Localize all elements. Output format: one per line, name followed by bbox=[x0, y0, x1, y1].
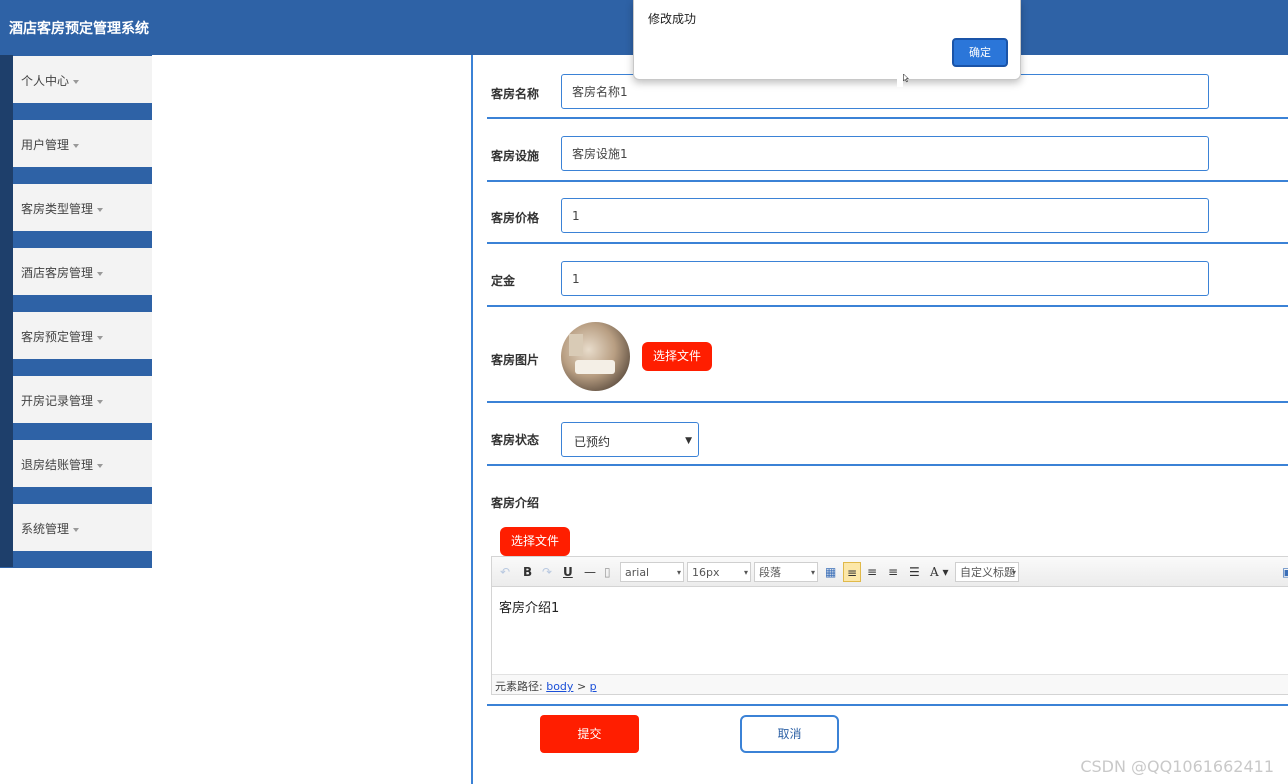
editor-element-path: 元素路径: body > p bbox=[492, 674, 1288, 694]
underline-icon[interactable]: U bbox=[563, 562, 573, 582]
ok-button[interactable]: 确定 bbox=[952, 38, 1008, 67]
form-panel: 客房名称 客房设施 客房价格 定金 客房图片 选择文件 客房状态 已预约 ▼ 客房… bbox=[471, 55, 1288, 784]
watermark: CSDN @QQ1061662411 bbox=[1080, 757, 1274, 776]
sidebar-item-label: 客房预定管理 bbox=[21, 330, 94, 344]
font-size-select[interactable]: 16px ▾ bbox=[687, 562, 751, 582]
form-row-status: 客房状态 已预约 ▼ bbox=[487, 403, 1288, 466]
status-selected-value: 已预约 bbox=[574, 435, 611, 449]
form-row-room-image: 客房图片 选择文件 bbox=[487, 307, 1288, 403]
caret-down-icon bbox=[97, 207, 104, 212]
paragraph-select[interactable]: 段落 ▾ bbox=[754, 562, 818, 582]
path-body-link[interactable]: body bbox=[546, 680, 573, 693]
fullscreen-icon[interactable]: ▣ bbox=[1282, 562, 1288, 582]
sidebar-item-label: 系统管理 bbox=[21, 522, 70, 536]
status-label: 客房状态 bbox=[491, 433, 540, 447]
sidebar-item-checkin-records[interactable]: 开房记录管理 bbox=[0, 375, 152, 439]
caret-down-icon bbox=[97, 335, 104, 340]
horizontal-rule-icon[interactable]: — bbox=[584, 562, 596, 582]
alert-message: 修改成功 bbox=[648, 12, 697, 26]
sidebar-item-label: 个人中心 bbox=[21, 74, 70, 88]
cancel-button[interactable]: 取消 bbox=[740, 715, 839, 753]
caret-down-icon bbox=[73, 79, 80, 84]
caret-down-icon bbox=[97, 463, 104, 468]
path-p-link[interactable]: p bbox=[590, 680, 597, 693]
caret-down-icon bbox=[97, 399, 104, 404]
intro-label: 客房介绍 bbox=[491, 496, 540, 510]
deposit-label: 定金 bbox=[491, 274, 516, 288]
editor-toolbar: ↶ B ↷ U — ▯ arial ▾ 16px ▾ 段落 ▾ ▦ ≡ ≡ ≡ ☰ A… bbox=[492, 557, 1288, 587]
sidebar-item-checkout-billing[interactable]: 退房结账管理 bbox=[0, 439, 152, 503]
sidebar-item-label: 客房类型管理 bbox=[21, 202, 94, 216]
status-select[interactable]: 已预约 ▼ bbox=[561, 422, 699, 457]
bold-icon[interactable]: B bbox=[523, 562, 532, 582]
sidebar-item-system-management[interactable]: 系统管理 bbox=[0, 503, 152, 567]
deposit-input[interactable] bbox=[561, 261, 1209, 296]
choose-image-button[interactable]: 选择文件 bbox=[642, 342, 712, 371]
sidebar-item-personal-center[interactable]: 个人中心 bbox=[0, 55, 152, 119]
sidebar-item-label: 开房记录管理 bbox=[21, 394, 94, 408]
room-name-label: 客房名称 bbox=[491, 87, 540, 101]
rich-text-editor: ↶ B ↷ U — ▯ arial ▾ 16px ▾ 段落 ▾ ▦ ≡ ≡ ≡ ☰ A… bbox=[491, 556, 1288, 695]
undo-icon[interactable]: ↶ bbox=[500, 562, 510, 582]
form-row-price: 客房价格 bbox=[487, 182, 1288, 244]
editor-content[interactable]: 客房介绍1 bbox=[492, 587, 1288, 673]
sidebar-item-booking-management[interactable]: 客房预定管理 bbox=[0, 311, 152, 375]
facilities-input[interactable] bbox=[561, 136, 1209, 171]
price-input[interactable] bbox=[561, 198, 1209, 233]
form-row-deposit: 定金 bbox=[487, 244, 1288, 307]
sidebar-item-user-management[interactable]: 用户管理 bbox=[0, 119, 152, 183]
facilities-label: 客房设施 bbox=[491, 149, 540, 163]
room-image-label: 客房图片 bbox=[491, 353, 540, 367]
align-justify-icon[interactable]: ☰ bbox=[909, 562, 920, 582]
mouse-cursor-icon bbox=[897, 69, 909, 87]
alert-dialog: 修改成功 确定 bbox=[633, 0, 1021, 80]
sidebar-item-room-type-management[interactable]: 客房类型管理 bbox=[0, 183, 152, 247]
sidebar-item-label: 用户管理 bbox=[21, 138, 70, 152]
align-right-icon[interactable]: ≡ bbox=[888, 562, 898, 582]
font-color-icon[interactable]: A ▾ bbox=[930, 562, 949, 582]
form-row-facilities: 客房设施 bbox=[487, 119, 1288, 182]
sidebar: 个人中心 用户管理 客房类型管理 酒店客房管理 客房预定管理 开房记录管理 退房… bbox=[0, 55, 152, 568]
sidebar-item-hotel-room-management[interactable]: 酒店客房管理 bbox=[0, 247, 152, 311]
choose-intro-file-button[interactable]: 选择文件 bbox=[500, 527, 570, 556]
caret-down-icon bbox=[73, 527, 80, 532]
room-image-preview bbox=[561, 322, 630, 391]
font-family-select[interactable]: arial ▾ bbox=[620, 562, 684, 582]
sidebar-item-label: 退房结账管理 bbox=[21, 458, 94, 472]
table-icon[interactable]: ▦ bbox=[825, 562, 836, 582]
align-left-icon[interactable]: ≡ bbox=[843, 562, 861, 582]
custom-title-select[interactable]: 自定义标题 ▾ bbox=[955, 562, 1019, 582]
submit-button[interactable]: 提交 bbox=[540, 715, 639, 753]
app-title: 酒店客房预定管理系统 bbox=[9, 21, 149, 37]
chevron-down-icon: ▼ bbox=[685, 436, 692, 446]
redo-icon[interactable]: ↷ bbox=[542, 562, 552, 582]
sidebar-item-label: 酒店客房管理 bbox=[21, 266, 94, 280]
price-label: 客房价格 bbox=[491, 211, 540, 225]
caret-down-icon bbox=[73, 143, 80, 148]
page-icon[interactable]: ▯ bbox=[604, 562, 611, 582]
caret-down-icon bbox=[97, 271, 104, 276]
align-center-icon[interactable]: ≡ bbox=[867, 562, 877, 582]
